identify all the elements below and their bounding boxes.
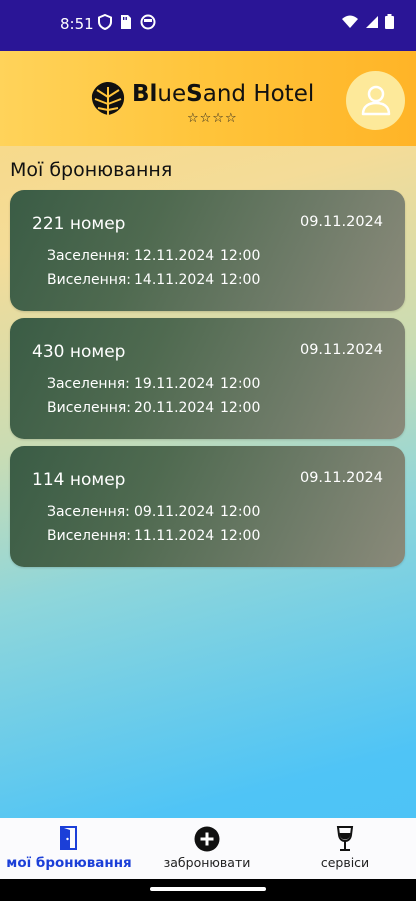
sim-card-icon [121,15,131,29]
checkout-row: Виселення: 11.11.2024 12:00 [47,528,260,544]
home-gesture-handle[interactable] [150,887,266,891]
nav-my-bookings[interactable]: мої бронювання [0,818,138,879]
checkin-time: 12:00 [220,248,261,264]
page-title: Мої бронювання [10,159,173,181]
door-icon [60,826,77,850]
checkin-label: Заселення: [47,248,130,264]
checkout-date: 11.11.2024 [134,528,215,544]
checkin-row: Заселення: 19.11.2024 12:00 [47,376,260,392]
hotel-brand-name: BlueSand Hotel [132,81,315,107]
booking-date: 09.11.2024 [299,214,383,230]
system-navigation-bar [0,879,416,901]
bottom-navigation: мої бронювання забронювати сервіси [0,818,416,879]
booking-date: 09.11.2024 [299,342,383,358]
room-number: 430 номер [32,342,126,362]
profile-button[interactable] [346,71,405,130]
checkin-label: Заселення: [47,376,130,392]
checkout-label: Виселення: [47,272,132,288]
checkout-label: Виселення: [47,400,132,416]
face-icon [140,14,156,30]
checkin-date: 09.11.2024 [134,504,215,520]
checkout-time: 12:00 [220,528,261,544]
room-number: 221 номер [32,214,126,234]
room-number: 114 номер [32,470,126,490]
checkin-time: 12:00 [220,504,261,520]
checkout-date: 20.11.2024 [134,400,215,416]
user-avatar-icon [361,85,390,115]
wifi-icon [342,15,358,28]
booking-card[interactable]: 430 номер 09.11.2024 Заселення: 19.11.20… [10,318,405,439]
wine-glass-icon [336,826,354,851]
leaf-logo-icon [91,82,125,115]
checkin-time: 12:00 [220,376,261,392]
checkout-time: 12:00 [220,272,261,288]
checkin-row: Заселення: 12.11.2024 12:00 [47,248,260,264]
booking-card[interactable]: 114 номер 09.11.2024 Заселення: 09.11.20… [10,446,405,567]
status-bar: 8:51 [0,0,416,51]
checkout-date: 14.11.2024 [134,272,215,288]
status-time: 8:51 [60,15,94,33]
checkout-row: Виселення: 14.11.2024 12:00 [47,272,260,288]
nav-services-label: сервіси [320,855,370,870]
signal-icon [366,15,378,28]
checkout-time: 12:00 [220,400,261,416]
nav-my-bookings-label: мої бронювання [6,855,132,871]
booking-card[interactable]: 221 номер 09.11.2024 Заселення: 12.11.20… [10,190,405,311]
battery-icon [385,14,394,29]
checkout-label: Виселення: [47,528,132,544]
checkin-label: Заселення: [47,504,130,520]
shield-icon [98,14,112,30]
app-header: BlueSand Hotel ☆☆☆☆ [0,51,416,146]
nav-book[interactable]: забронювати [138,818,276,879]
plus-circle-icon [194,826,220,852]
nav-services[interactable]: сервіси [276,818,414,879]
checkout-row: Виселення: 20.11.2024 12:00 [47,400,260,416]
booking-date: 09.11.2024 [299,470,383,486]
hotel-star-rating: ☆☆☆☆ [187,111,238,126]
checkin-date: 12.11.2024 [134,248,215,264]
checkin-row: Заселення: 09.11.2024 12:00 [47,504,260,520]
checkin-date: 19.11.2024 [134,376,215,392]
nav-book-label: забронювати [163,855,251,870]
